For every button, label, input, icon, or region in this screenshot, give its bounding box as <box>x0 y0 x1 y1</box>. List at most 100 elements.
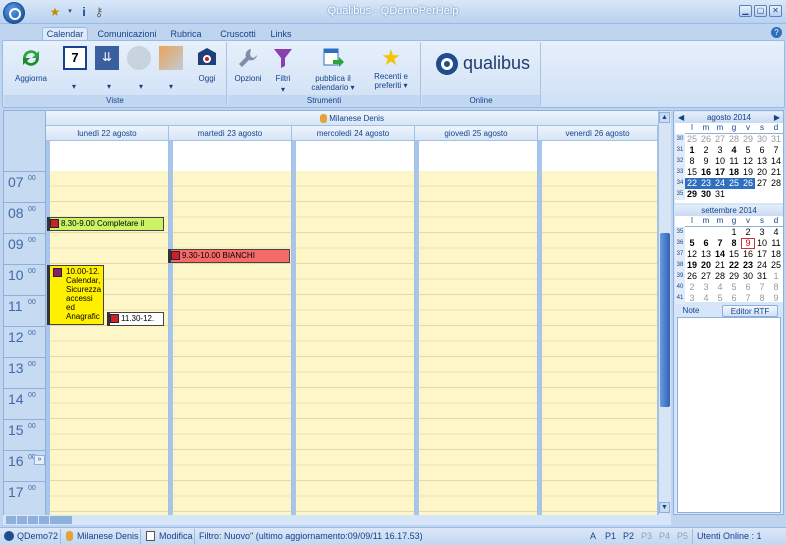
mini-cal-day[interactable]: 7 <box>769 145 783 156</box>
mini-cal-day[interactable]: 9 <box>741 238 755 249</box>
mini-cal-day[interactable]: 10 <box>713 156 727 167</box>
nav-next-icon[interactable] <box>28 516 38 524</box>
mini-cal-day[interactable]: 28 <box>713 271 727 282</box>
mini-cal-day[interactable]: 31 <box>755 271 769 282</box>
status-p1[interactable]: P1 <box>605 530 616 543</box>
mini-cal-day[interactable]: 29 <box>685 189 699 200</box>
mini-cal-day[interactable]: 10 <box>755 238 769 249</box>
mini-cal-day[interactable]: 27 <box>699 271 713 282</box>
mini-cal-day[interactable]: 7 <box>741 293 755 304</box>
mini-cal-day[interactable]: 12 <box>741 156 755 167</box>
status-a[interactable]: A <box>590 530 596 543</box>
day-column-fri[interactable] <box>538 141 658 515</box>
close-button[interactable]: ✕ <box>769 5 782 17</box>
mini-cal-day[interactable]: 7 <box>755 282 769 293</box>
mini-cal-day[interactable]: 8 <box>727 238 741 249</box>
mini-cal-day[interactable]: 9 <box>699 156 713 167</box>
mini-cal-day[interactable] <box>685 227 699 238</box>
mini-cal-day[interactable]: 9 <box>769 293 783 304</box>
mini-cal-day[interactable]: 5 <box>713 293 727 304</box>
qualibus-logo[interactable]: qualibus <box>463 53 530 74</box>
pubblica-calendario-button[interactable]: pubblica il calendario ▾ <box>306 46 360 92</box>
mini-cal-day[interactable] <box>741 189 755 200</box>
mini-cal-day[interactable]: 8 <box>769 282 783 293</box>
help-icon[interactable]: ? <box>771 27 782 38</box>
mini-cal-day[interactable]: 22 <box>727 260 741 271</box>
notes-textarea[interactable] <box>677 317 781 513</box>
day-header-thu[interactable]: giovedì 25 agosto <box>415 126 538 141</box>
day-column-mon[interactable] <box>46 141 169 515</box>
day-view-button[interactable]: 7 <box>62 46 88 70</box>
mini-cal-day[interactable] <box>755 189 769 200</box>
mini-cal-day[interactable]: 22 <box>685 178 699 189</box>
mini-cal-day[interactable]: 17 <box>713 167 727 178</box>
mini-cal-day[interactable]: 20 <box>755 167 769 178</box>
mini-cal-day[interactable]: 2 <box>685 282 699 293</box>
mini-cal-day[interactable]: 1 <box>769 271 783 282</box>
next-month-icon[interactable]: ▶ <box>774 112 780 123</box>
minimize-button[interactable]: ▁ <box>739 5 752 17</box>
tab-comunicazioni[interactable]: Comunicazioni <box>95 27 159 41</box>
mini-cal-day[interactable]: 30 <box>699 189 713 200</box>
scroll-thumb[interactable] <box>660 233 670 407</box>
time-scroll-arrow[interactable]: » <box>34 455 45 465</box>
opzioni-button[interactable]: Opzioni <box>232 46 264 83</box>
mini-cal-day[interactable]: 16 <box>741 249 755 260</box>
mini-cal-day[interactable]: 1 <box>727 227 741 238</box>
nav-prev-icon[interactable] <box>17 516 27 524</box>
moon-view-button[interactable] <box>126 46 152 70</box>
next-view-button[interactable]: ⇊ <box>94 46 120 70</box>
mini-cal-day[interactable]: 5 <box>741 145 755 156</box>
mini-cal-day[interactable]: 24 <box>713 178 727 189</box>
prev-month-icon[interactable]: ◀ <box>678 112 684 123</box>
day-column-thu[interactable] <box>415 141 538 515</box>
scroll-down-button[interactable]: ▼ <box>659 502 670 513</box>
nav-last-icon[interactable] <box>39 516 49 524</box>
tab-links[interactable]: Links <box>266 27 296 41</box>
mini-cal-day[interactable]: 15 <box>685 167 699 178</box>
mini-cal-day[interactable]: 4 <box>769 227 783 238</box>
mini-cal-day[interactable]: 13 <box>699 249 713 260</box>
mini-cal-day[interactable]: 11 <box>769 238 783 249</box>
dropdown-arrow-4[interactable]: ▾ <box>164 82 178 91</box>
mini-cal-day[interactable]: 7 <box>713 238 727 249</box>
mini-cal-day[interactable]: 20 <box>699 260 713 271</box>
mini-cal-day[interactable]: 3 <box>713 145 727 156</box>
mini-cal-day[interactable]: 16 <box>699 167 713 178</box>
mini-cal-day[interactable]: 2 <box>699 145 713 156</box>
mini-cal-day[interactable]: 4 <box>699 293 713 304</box>
mini-cal-day[interactable]: 30 <box>741 271 755 282</box>
mini-cal-day[interactable]: 25 <box>685 134 699 145</box>
status-p3[interactable]: P3 <box>641 530 652 543</box>
mini-cal-day[interactable]: 25 <box>769 260 783 271</box>
event-1130[interactable]: 11.30-12. <box>107 312 164 326</box>
day-header-mon[interactable]: lunedì 22 agosto <box>46 126 169 141</box>
nav-first-icon[interactable] <box>6 516 16 524</box>
mini-cal-day[interactable]: 3 <box>685 293 699 304</box>
event-calendar-sicurezza[interactable]: 10.00-12. Calendar, Sicurezza accessi ed… <box>47 265 104 325</box>
mini-cal-day[interactable]: 27 <box>713 134 727 145</box>
mini-cal-day[interactable]: 14 <box>713 249 727 260</box>
mini-cal-day[interactable]: 21 <box>713 260 727 271</box>
mini-cal-day[interactable]: 6 <box>755 145 769 156</box>
day-header-wed[interactable]: mercoledì 24 agosto <box>292 126 415 141</box>
tab-rubrica[interactable]: Rubrica <box>164 27 208 41</box>
mini-cal-day[interactable]: 6 <box>727 293 741 304</box>
oggi-button[interactable]: Oggi <box>192 46 222 83</box>
mini-cal-day[interactable]: 3 <box>699 282 713 293</box>
status-p4[interactable]: P4 <box>659 530 670 543</box>
day-column-tue[interactable] <box>169 141 292 515</box>
mini-cal-day[interactable]: 31 <box>713 189 727 200</box>
maximize-button[interactable]: ▢ <box>754 5 767 17</box>
mini-cal-day[interactable]: 4 <box>713 282 727 293</box>
mini-cal-day[interactable]: 6 <box>741 282 755 293</box>
mini-cal-day[interactable]: 24 <box>755 260 769 271</box>
recenti-preferiti-button[interactable]: ★ Recenti e preferiti ▾ <box>366 46 416 91</box>
tab-calendar[interactable]: Calendar <box>42 27 88 41</box>
mini-cal-day[interactable]: 14 <box>769 156 783 167</box>
mini-cal-day[interactable]: 31 <box>769 134 783 145</box>
tab-cruscotti[interactable]: Cruscotti <box>214 27 262 41</box>
mini-cal-day[interactable]: 11 <box>727 156 741 167</box>
mini-cal-day[interactable]: 5 <box>685 238 699 249</box>
mini-cal-day[interactable] <box>769 189 783 200</box>
